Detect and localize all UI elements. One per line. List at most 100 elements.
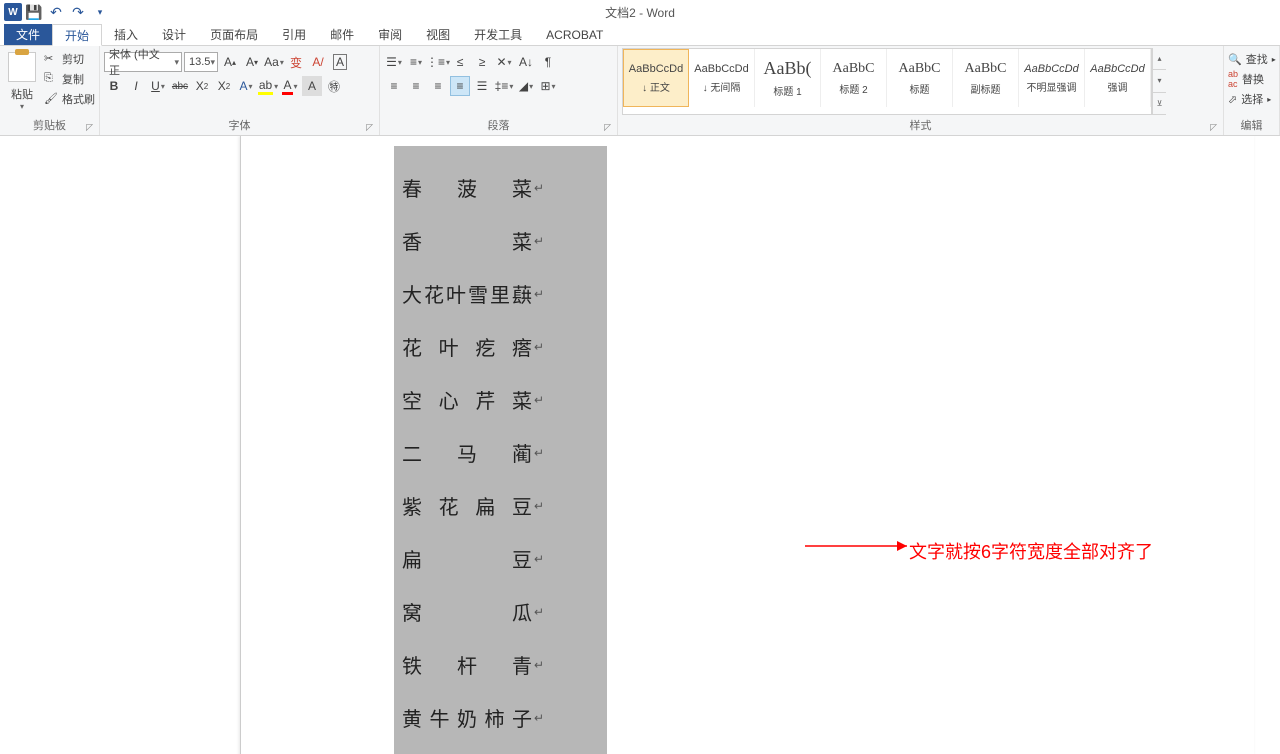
increase-indent-button[interactable]: ≥ [472, 52, 492, 72]
asian-layout-button[interactable]: ✕ [494, 52, 514, 72]
brush-icon: 🖌 [44, 92, 58, 106]
tab-mailings[interactable]: 邮件 [318, 24, 366, 45]
paragraph-mark-icon: ↵ [534, 287, 544, 301]
clipboard-launcher-icon[interactable]: ◸ [86, 122, 93, 133]
style-gallery-scroll[interactable]: ▴ ▾ ⊻ [1152, 48, 1166, 115]
bullets-button[interactable]: ☰ [384, 52, 404, 72]
tab-developer[interactable]: 开发工具 [462, 24, 534, 45]
phonetic-guide-button[interactable]: 变 [286, 52, 306, 72]
style-item-4[interactable]: AaBbC标题 [887, 49, 953, 107]
tab-references[interactable]: 引用 [270, 24, 318, 45]
underline-button[interactable]: U [148, 76, 168, 96]
tab-layout[interactable]: 页面布局 [198, 24, 270, 45]
paragraph-mark-icon: ↵ [534, 605, 544, 619]
highlight-button[interactable]: ab [258, 76, 278, 96]
style-preview: AaBbC [965, 61, 1007, 77]
quick-access-toolbar: W 💾 ↶ ↷ ▾ [4, 2, 110, 22]
style-item-7[interactable]: AaBbCcDd强调 [1085, 49, 1151, 107]
style-item-1[interactable]: AaBbCcDd↓ 无间隔 [689, 49, 755, 107]
window-title: 文档2 - Word [605, 4, 675, 21]
cut-button[interactable]: ✂剪切 [44, 50, 95, 68]
italic-button[interactable]: I [126, 76, 146, 96]
text-line: 香菜↵ [394, 214, 607, 267]
grow-font-button[interactable]: A▴ [220, 52, 240, 72]
show-marks-button[interactable]: ¶ [538, 52, 558, 72]
align-distribute-button[interactable]: ☰ [472, 76, 492, 96]
align-justify-button[interactable]: ≡ [450, 76, 470, 96]
font-launcher-icon[interactable]: ◸ [366, 122, 373, 133]
text-line: 扁豆↵ [394, 532, 607, 585]
style-item-3[interactable]: AaBbC标题 2 [821, 49, 887, 107]
font-name-select[interactable]: 宋体 (中文正 [104, 52, 182, 72]
paragraph-mark-icon: ↵ [534, 711, 544, 725]
tab-design[interactable]: 设计 [150, 24, 198, 45]
align-center-button[interactable]: ≡ [406, 76, 426, 96]
style-name-label: 标题 1 [773, 83, 801, 98]
superscript-button[interactable]: X2 [214, 76, 234, 96]
group-editing-label: 编辑 [1241, 120, 1263, 132]
shading-button[interactable]: ◢ [516, 76, 536, 96]
style-name-label: 副标题 [971, 81, 1001, 96]
qat-customize-icon[interactable]: ▾ [90, 2, 110, 22]
document-area[interactable]: 春菠菜↵香菜↵大花叶雪里蕻↵花叶疙瘩↵空心芹菜↵二马蔺↵紫花扁豆↵扁豆↵窝瓜↵铁… [0, 136, 1280, 754]
style-scroll-up-icon[interactable]: ▴ [1153, 48, 1166, 70]
style-item-0[interactable]: AaBbCcDd↓ 正文 [623, 49, 689, 107]
select-button[interactable]: ⬀选择▸ [1228, 90, 1275, 108]
font-size-select[interactable]: 13.5 [184, 52, 218, 72]
scissors-icon: ✂ [44, 52, 58, 66]
text-effects-button[interactable]: A [236, 76, 256, 96]
paragraph-launcher-icon[interactable]: ◸ [604, 122, 611, 133]
text-line: 铁杆青↵ [394, 638, 607, 691]
decrease-indent-button[interactable]: ≤ [450, 52, 470, 72]
align-right-button[interactable]: ≡ [428, 76, 448, 96]
shrink-font-button[interactable]: A▾ [242, 52, 262, 72]
format-painter-button[interactable]: 🖌格式刷 [44, 90, 95, 108]
text-line: 二马蔺↵ [394, 426, 607, 479]
paragraph-mark-icon: ↵ [534, 181, 544, 195]
ribbon-tabs: 文件 开始 插入 设计 页面布局 引用 邮件 审阅 视图 开发工具 ACROBA… [0, 24, 1280, 46]
selected-text-block[interactable]: 春菠菜↵香菜↵大花叶雪里蕻↵花叶疙瘩↵空心芹菜↵二马蔺↵紫花扁豆↵扁豆↵窝瓜↵铁… [394, 146, 607, 754]
undo-icon[interactable]: ↶ [46, 2, 66, 22]
tab-view[interactable]: 视图 [414, 24, 462, 45]
bold-button[interactable]: B [104, 76, 124, 96]
strikethrough-button[interactable]: abc [170, 76, 190, 96]
save-icon[interactable]: 💾 [24, 2, 44, 22]
copy-button[interactable]: ⎘复制 [44, 70, 95, 88]
styles-launcher-icon[interactable]: ◸ [1210, 122, 1217, 133]
tab-review[interactable]: 审阅 [366, 24, 414, 45]
font-color-button[interactable]: A [280, 76, 300, 96]
paste-button[interactable]: 粘贴 ▾ [4, 48, 40, 115]
style-item-6[interactable]: AaBbCcDd不明显强调 [1019, 49, 1085, 107]
replace-button[interactable]: abac替换 [1228, 70, 1275, 88]
tab-insert[interactable]: 插入 [102, 24, 150, 45]
numbering-button[interactable]: ≡ [406, 52, 426, 72]
redo-icon[interactable]: ↷ [68, 2, 88, 22]
select-icon: ⬀ [1228, 93, 1237, 106]
enclose-char-button[interactable]: ㊕ [324, 76, 344, 96]
char-border-button[interactable]: A [330, 52, 350, 72]
text-line: 春菠菜↵ [394, 161, 607, 214]
sort-button[interactable]: A↓ [516, 52, 536, 72]
style-scroll-down-icon[interactable]: ▾ [1153, 70, 1166, 92]
align-left-button[interactable]: ≡ [384, 76, 404, 96]
tab-file[interactable]: 文件 [4, 24, 52, 45]
change-case-button[interactable]: Aa [264, 52, 284, 72]
tab-home[interactable]: 开始 [52, 24, 102, 46]
replace-icon: abac [1228, 69, 1238, 89]
char-shading-button[interactable]: A [302, 76, 322, 96]
clear-format-button[interactable]: A/ [308, 52, 328, 72]
multilevel-button[interactable]: ⋮≡ [428, 52, 448, 72]
annotation-text: 文字就按6字符宽度全部对齐了 [909, 538, 1153, 564]
style-scroll-more-icon[interactable]: ⊻ [1153, 93, 1166, 115]
style-item-2[interactable]: AaBb(标题 1 [755, 49, 821, 107]
style-item-5[interactable]: AaBbC 副标题 [953, 49, 1019, 107]
find-button[interactable]: 🔍查找▸ [1228, 50, 1275, 68]
line-spacing-button[interactable]: ‡≡ [494, 76, 514, 96]
text-line: 窝瓜↵ [394, 585, 607, 638]
paragraph-mark-icon: ↵ [534, 658, 544, 672]
borders-button[interactable]: ⊞ [538, 76, 558, 96]
subscript-button[interactable]: X2 [192, 76, 212, 96]
text-line: 空心芹菜↵ [394, 373, 607, 426]
paste-icon [8, 52, 36, 82]
tab-acrobat[interactable]: ACROBAT [534, 24, 615, 45]
